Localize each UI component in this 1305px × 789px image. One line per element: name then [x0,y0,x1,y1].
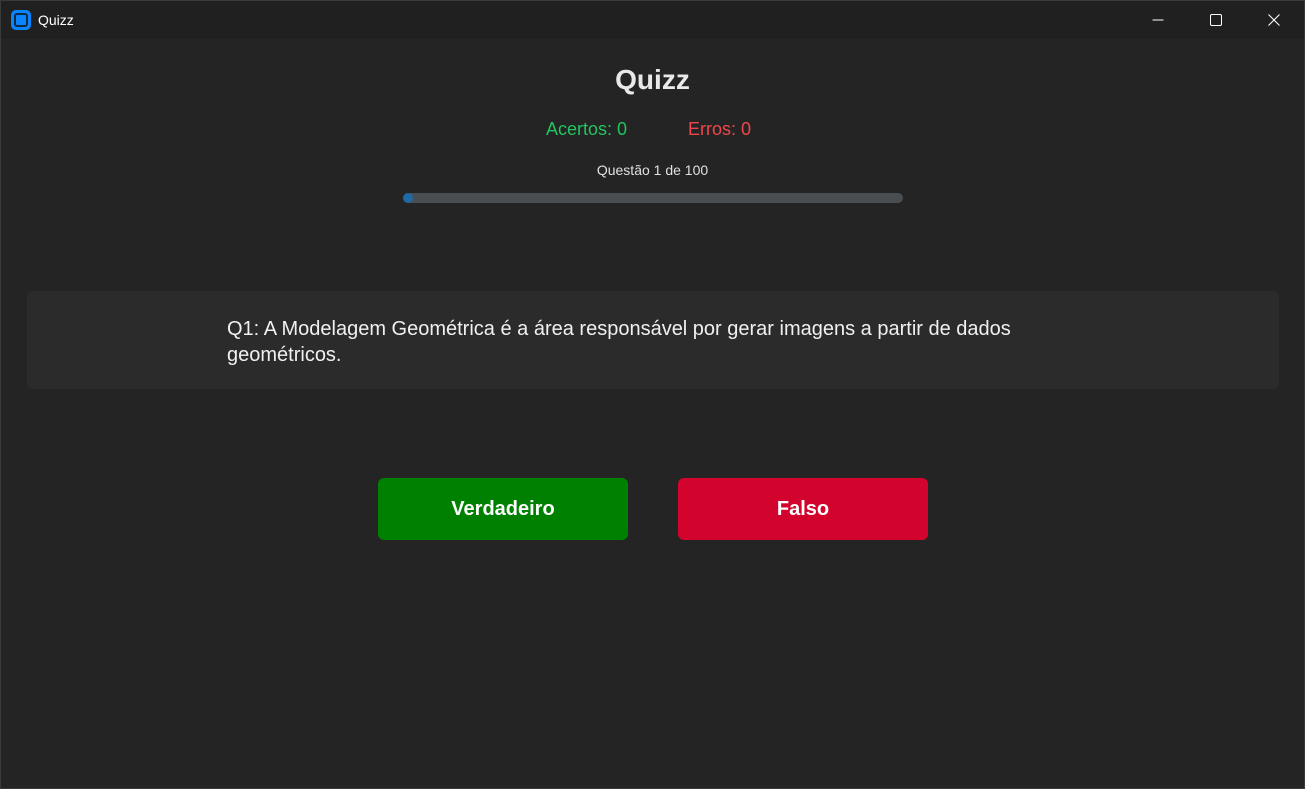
erros-counter: Erros: 0 [688,119,752,139]
window-title: Quizz [38,12,74,28]
minimize-button[interactable] [1129,1,1187,39]
question-card: Q1: A Modelagem Geométrica é a área resp… [27,291,1279,389]
app-icon [11,10,31,30]
progress-fill [403,193,413,203]
title-bar: Quizz [1,1,1304,39]
app-window: Quizz Quizz Acertos: 0 Erros: 0 Questão … [0,0,1305,789]
page-title: Quizz [615,64,690,95]
true-button[interactable]: Verdadeiro [378,478,628,540]
acertos-counter: Acertos: 0 [546,119,628,139]
false-button[interactable]: Falso [678,478,928,540]
close-icon [1268,14,1280,26]
close-button[interactable] [1245,1,1303,39]
question-counter: Questão 1 de 100 [596,162,709,178]
question-text: Q1: A Modelagem Geométrica é a área resp… [227,318,1011,366]
maximize-button[interactable] [1187,1,1245,39]
progress-bar [403,193,903,203]
minimize-icon [1152,19,1164,21]
maximize-icon [1210,14,1222,26]
